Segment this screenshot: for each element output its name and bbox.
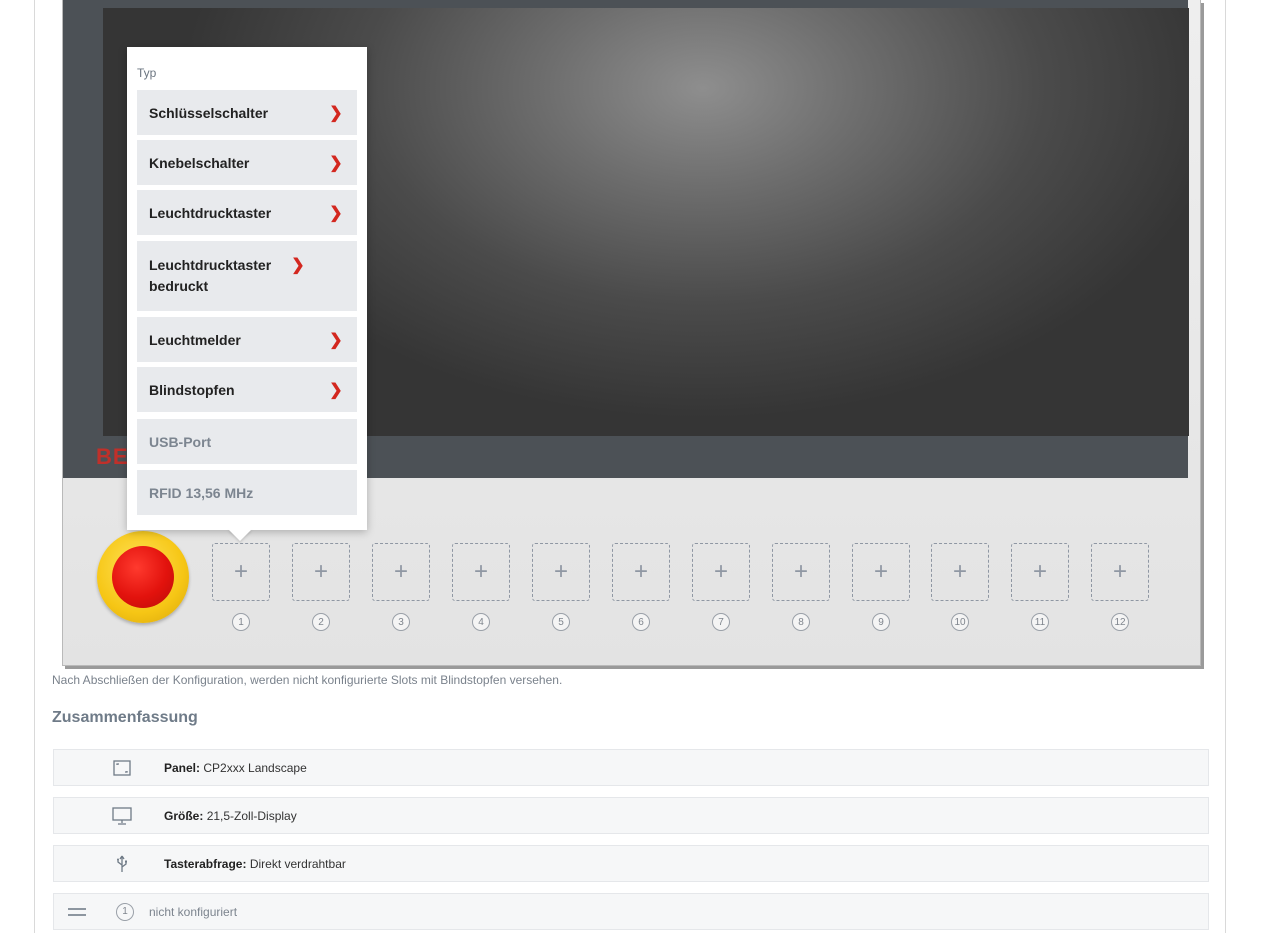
plus-icon: +	[793, 558, 808, 585]
plus-icon: +	[713, 558, 728, 585]
menu-item-label: Leuchtmelder	[149, 331, 241, 348]
slot-number: 4	[472, 613, 490, 631]
plus-icon: +	[633, 558, 648, 585]
chevron-right-icon: ❯	[291, 256, 305, 274]
menu-item-label: USB-Port	[149, 433, 212, 450]
slot-number: 7	[712, 613, 730, 631]
popup-pointer	[228, 529, 252, 541]
menu-item-label: Schlüsselschalter	[149, 104, 269, 121]
slot-number: 1	[232, 613, 250, 631]
brand-logo: BE	[96, 444, 129, 469]
slot-6[interactable]: +	[612, 543, 670, 601]
summary-value: 21,5-Zoll-Display	[206, 808, 297, 823]
chevron-right-icon: ❯	[329, 204, 343, 222]
slot-12[interactable]: +	[1091, 543, 1149, 601]
slot-2[interactable]: +	[292, 543, 350, 601]
menu-item-label: Leuchtdrucktaster	[149, 204, 272, 221]
plus-icon: +	[1112, 558, 1127, 585]
menu-item-rfid: RFID 13,56 MHz	[137, 470, 357, 515]
emergency-stop-button	[97, 531, 189, 623]
slot-number: 3	[392, 613, 410, 631]
panel-icon	[112, 758, 132, 778]
slot-number: 2	[312, 613, 330, 631]
summary-row-taster: Tasterabfrage: Direkt verdrahtbar	[53, 845, 1209, 882]
plus-icon: +	[313, 558, 328, 585]
slot-4[interactable]: +	[452, 543, 510, 601]
summary-key: Größe:	[164, 808, 204, 823]
slot-3[interactable]: +	[372, 543, 430, 601]
slot-5[interactable]: +	[532, 543, 590, 601]
plus-icon: +	[553, 558, 568, 585]
popup-title: Typ	[137, 66, 157, 80]
summary-key: Panel:	[164, 760, 201, 775]
summary-text: Größe: 21,5-Zoll-Display	[164, 809, 297, 823]
type-selection-popup: Typ Schlüsselschalter ❯ Knebelschalter ❯…	[127, 47, 367, 530]
chevron-right-icon: ❯	[329, 154, 343, 172]
chevron-right-icon: ❯	[329, 331, 343, 349]
slot-9[interactable]: +	[852, 543, 910, 601]
menu-item-label: RFID 13,56 MHz	[149, 484, 254, 501]
menu-item-leuchtmelder[interactable]: Leuchtmelder ❯	[137, 317, 357, 362]
plus-icon: +	[473, 558, 488, 585]
slot-number: 12	[1111, 613, 1129, 631]
summary-value: CP2xxx Landscape	[203, 760, 307, 775]
summary-text: Tasterabfrage: Direkt verdrahtbar	[164, 857, 346, 871]
usb-icon	[112, 854, 132, 874]
plus-icon: +	[952, 558, 967, 585]
slot-number: 10	[951, 613, 969, 631]
slot-11[interactable]: +	[1011, 543, 1069, 601]
slot-10[interactable]: +	[931, 543, 989, 601]
menu-item-blindstopfen[interactable]: Blindstopfen ❯	[137, 367, 357, 412]
slot-number: 11	[1031, 613, 1049, 631]
slot-number: 5	[552, 613, 570, 631]
page-left-rule	[34, 0, 35, 933]
slot-7[interactable]: +	[692, 543, 750, 601]
plus-icon: +	[393, 558, 408, 585]
configuration-note: Nach Abschließen der Konfiguration, werd…	[52, 673, 563, 687]
summary-row-size: Größe: 21,5-Zoll-Display	[53, 797, 1209, 834]
summary-row-slot-1[interactable]: 1 nicht konfiguriert	[53, 893, 1209, 930]
slot-number: 9	[872, 613, 890, 631]
drag-handle-icon[interactable]	[68, 907, 86, 916]
summary-key: Tasterabfrage:	[164, 856, 247, 871]
slot-number: 8	[792, 613, 810, 631]
slot-1[interactable]: +	[212, 543, 270, 601]
plus-icon: +	[233, 558, 248, 585]
menu-item-label: Blindstopfen	[149, 381, 235, 398]
plus-icon: +	[873, 558, 888, 585]
menu-item-leuchtdrucktaster-bedruckt[interactable]: Leuchtdrucktaster bedruckt ❯	[137, 241, 357, 311]
summary-title: Zusammenfassung	[52, 709, 198, 726]
menu-item-schluesselschalter[interactable]: Schlüsselschalter ❯	[137, 90, 357, 135]
menu-item-leuchtdrucktaster[interactable]: Leuchtdrucktaster ❯	[137, 190, 357, 235]
menu-item-usb-port: USB-Port	[137, 419, 357, 464]
slot-number: 6	[632, 613, 650, 631]
slot-8[interactable]: +	[772, 543, 830, 601]
summary-value: Direkt verdrahtbar	[249, 856, 346, 871]
monitor-icon	[112, 806, 132, 826]
page-right-rule	[1225, 0, 1226, 933]
plus-icon: +	[1032, 558, 1047, 585]
menu-item-knebelschalter[interactable]: Knebelschalter ❯	[137, 140, 357, 185]
chevron-right-icon: ❯	[329, 381, 343, 399]
menu-item-label: Knebelschalter	[149, 154, 250, 171]
slot-number: 1	[116, 902, 134, 921]
emergency-stop-cap	[112, 546, 174, 608]
slot-status: nicht konfiguriert	[149, 904, 238, 919]
chevron-right-icon: ❯	[329, 104, 343, 122]
summary-text: Panel: CP2xxx Landscape	[164, 761, 307, 775]
summary-row-panel: Panel: CP2xxx Landscape	[53, 749, 1209, 786]
menu-item-label: Leuchtdrucktaster bedruckt	[149, 257, 272, 294]
